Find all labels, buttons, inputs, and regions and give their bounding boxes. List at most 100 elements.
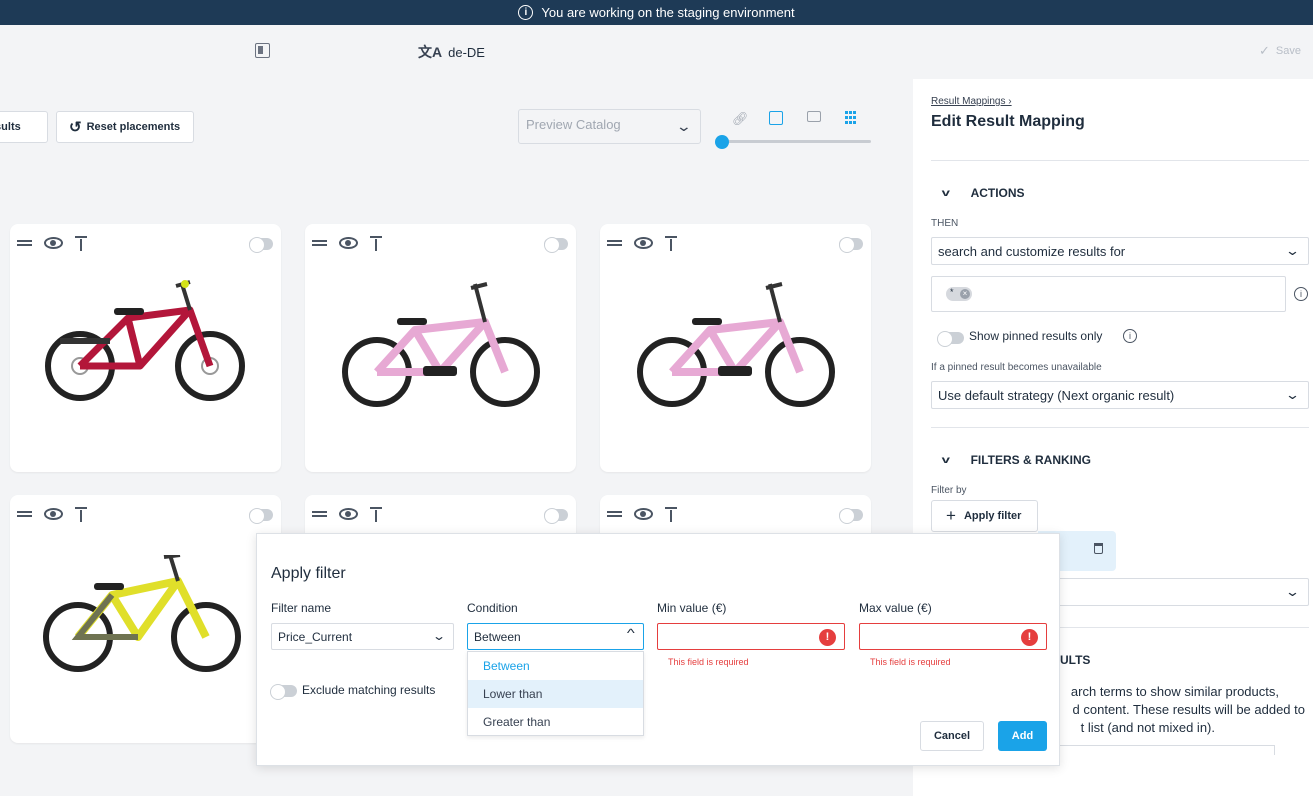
min-value-input[interactable]: ! — [657, 623, 845, 650]
apply-filter-button[interactable]: + Apply filter — [931, 500, 1038, 532]
card-tools — [607, 507, 677, 522]
zoom-slider-handle[interactable] — [715, 135, 729, 149]
similar-results-header[interactable]: ULTS — [1060, 653, 1090, 667]
cancel-button[interactable]: Cancel — [920, 721, 984, 751]
product-card[interactable] — [10, 495, 281, 743]
trash-icon[interactable] — [1094, 543, 1103, 554]
unavailable-strategy-select[interactable]: Use default strategy (Next organic resul… — [931, 381, 1309, 409]
pin-toggle[interactable] — [544, 508, 568, 524]
eye-icon[interactable] — [634, 508, 653, 520]
error-icon: ! — [1021, 629, 1038, 646]
filters-section-header[interactable]: v FILTERS & RANKING — [942, 453, 1091, 467]
grid-view-icon[interactable] — [845, 111, 859, 125]
card-tools — [312, 236, 382, 251]
product-card[interactable] — [600, 224, 871, 472]
actions-section-header[interactable]: v ACTIONS — [941, 186, 1025, 200]
panel-title: Edit Result Mapping — [931, 113, 1085, 130]
add-button[interactable]: Add — [998, 721, 1047, 751]
breadcrumb[interactable]: Result Mappings › — [931, 96, 1012, 107]
show-pinned-toggle[interactable] — [937, 331, 964, 347]
breadcrumb-link[interactable]: Result Mappings — [931, 96, 1005, 107]
filter-name-value: Price_Current — [278, 630, 353, 644]
exclude-matching-label: Exclude matching results — [302, 683, 436, 697]
action-type-select[interactable]: search and customize results for ⌄ — [931, 237, 1309, 265]
chevron-down-icon: v — [941, 187, 950, 199]
pin-toggle[interactable] — [249, 237, 273, 253]
preview-catalog-select[interactable]: Preview Catalog ⌄ — [518, 109, 701, 144]
show-pinned-label: Show pinned results only — [969, 329, 1103, 343]
search-terms-input[interactable]: * × — [931, 276, 1286, 312]
eye-icon[interactable] — [634, 237, 653, 249]
top-bar: 文A de-DE ✓ Save — [0, 25, 1313, 77]
preview-catalog-placeholder: Preview Catalog — [526, 117, 621, 132]
info-icon[interactable]: i — [1294, 287, 1308, 301]
chevron-down-icon: ⌄ — [1284, 387, 1301, 402]
info-icon: i — [518, 5, 534, 20]
language-selector[interactable]: 文A de-DE — [418, 42, 485, 62]
product-card[interactable] — [10, 224, 281, 472]
condition-option-lower-than[interactable]: Lower than — [468, 680, 643, 708]
pin-toggle[interactable] — [544, 237, 568, 253]
condition-option-between[interactable]: Between — [468, 652, 643, 680]
undo-icon: ↺ — [69, 119, 82, 136]
pin-to-top-icon[interactable] — [75, 236, 87, 251]
eye-icon[interactable] — [339, 508, 358, 520]
card-tools — [17, 236, 87, 251]
chevron-down-icon: ⌄ — [1284, 584, 1301, 599]
filter-by-label: Filter by — [931, 485, 967, 496]
min-value-error: This field is required — [668, 657, 749, 667]
error-icon: ! — [819, 629, 836, 646]
pin-to-top-icon[interactable] — [665, 507, 677, 522]
eye-icon[interactable] — [44, 237, 63, 249]
pin-toggle[interactable] — [839, 237, 863, 253]
bike-image — [342, 282, 540, 407]
similar-results-heading: ULTS — [1060, 653, 1091, 667]
language-label: de-DE — [448, 44, 485, 60]
eye-icon[interactable] — [44, 508, 63, 520]
pin-toggle[interactable] — [839, 508, 863, 524]
similar-results-input[interactable] — [1053, 745, 1275, 755]
results-button[interactable]: Results — [0, 111, 48, 143]
staging-banner-text: You are working on the staging environme… — [541, 5, 795, 20]
pin-to-top-icon[interactable] — [665, 236, 677, 251]
remove-chip-icon[interactable]: × — [960, 289, 970, 299]
max-value-input[interactable]: ! — [859, 623, 1047, 650]
zoom-slider-track[interactable] — [722, 140, 871, 143]
chevron-up-icon: ^ — [627, 626, 636, 640]
pin-toggle[interactable] — [249, 508, 273, 524]
list-view-icon[interactable] — [807, 111, 821, 122]
condition-option-greater-than[interactable]: Greater than — [468, 708, 643, 736]
chevron-down-icon: ⌄ — [1284, 243, 1301, 258]
info-icon[interactable]: i — [1123, 329, 1137, 343]
eye-icon[interactable] — [339, 237, 358, 249]
layout-icon[interactable] — [255, 43, 270, 58]
actions-heading: ACTIONS — [970, 186, 1025, 200]
condition-select[interactable]: Between ^ — [467, 623, 644, 650]
reset-placements-button[interactable]: ↺ Reset placements — [56, 111, 194, 143]
unavailable-label: If a pinned result becomes unavailable — [931, 362, 1102, 373]
drag-handle-icon[interactable] — [607, 240, 622, 246]
link-icon[interactable]: 🔗︎ — [732, 111, 749, 126]
action-type-value: search and customize results for — [938, 244, 1126, 259]
condition-value: Between — [474, 630, 521, 644]
condition-label: Condition — [467, 601, 518, 615]
results-label: Results — [0, 121, 21, 133]
condition-dropdown: Between Lower than Greater than — [467, 651, 644, 736]
pin-to-top-icon[interactable] — [370, 236, 382, 251]
save-button[interactable]: ✓ Save — [1259, 43, 1301, 59]
drag-handle-icon[interactable] — [17, 240, 32, 246]
drag-handle-icon[interactable] — [312, 240, 327, 246]
pin-to-top-icon[interactable] — [370, 507, 382, 522]
unavailable-strategy-value: Use default strategy (Next organic resul… — [938, 388, 1175, 403]
search-term-chip[interactable]: * × — [946, 287, 972, 301]
filter-name-select[interactable]: Price_Current ⌄ — [271, 623, 454, 650]
pin-to-top-icon[interactable] — [75, 507, 87, 522]
image-view-icon[interactable] — [769, 111, 783, 125]
divider — [931, 427, 1309, 428]
reset-placements-label: Reset placements — [86, 121, 181, 133]
product-card[interactable] — [305, 224, 576, 472]
drag-handle-icon[interactable] — [607, 511, 622, 517]
drag-handle-icon[interactable] — [17, 511, 32, 517]
exclude-matching-toggle[interactable] — [270, 684, 297, 700]
drag-handle-icon[interactable] — [312, 511, 327, 517]
